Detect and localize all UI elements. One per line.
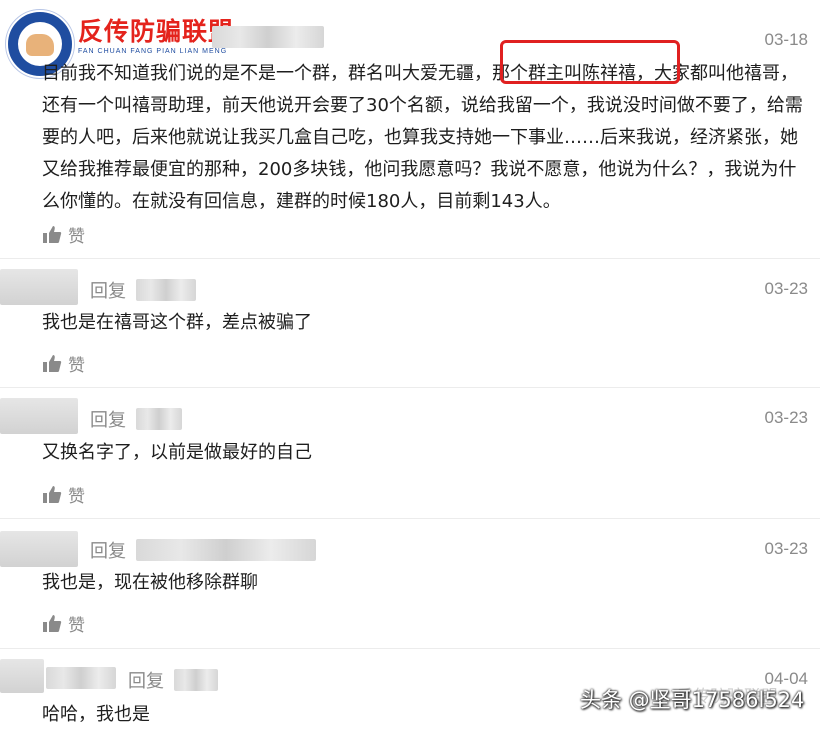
like-label: 赞	[68, 616, 85, 636]
blurred-username	[136, 408, 182, 430]
like-button[interactable]: 赞	[42, 482, 85, 507]
comment-1: 反传防骗联盟 FAN CHUAN FANG PIAN LIAN MENG 03-…	[0, 0, 820, 258]
brand-title: 反传防骗联盟 FAN CHUAN FANG PIAN LIAN MENG	[78, 12, 234, 55]
blurred-username	[46, 667, 116, 689]
like-label: 赞	[68, 227, 85, 247]
avatar	[0, 659, 44, 693]
reply-label[interactable]: 回复	[128, 667, 164, 693]
blurred-username	[136, 279, 196, 301]
comment-text: 又换名字了，以前是做最好的自己	[42, 442, 312, 463]
reply-label[interactable]: 回复	[90, 277, 126, 303]
reply-label[interactable]: 回复	[90, 406, 126, 432]
thumbs-up-icon	[43, 225, 62, 243]
comment-text: 我也是在禧哥这个群，差点被骗了	[42, 312, 312, 333]
comment-3: 回复 03-23 又换名字了，以前是做最好的自己 赞	[0, 388, 820, 518]
thumbs-up-icon	[43, 485, 62, 503]
comment-date: 03-23	[764, 279, 808, 298]
comment-text: 目前我不知道我们说的是不是一个群，群名叫大爱无疆，那个群主叫陈祥禧，大家都叫他禧…	[42, 63, 803, 212]
thumbs-up-icon	[43, 354, 62, 372]
highlight-box	[500, 40, 680, 84]
comment-2: 回复 03-23 我也是在禧哥这个群，差点被骗了 赞	[0, 259, 820, 387]
reply-row: 回复	[90, 406, 182, 432]
comment-text: 我也是，现在被他移除群聊	[42, 572, 258, 593]
brand-name-en: FAN CHUAN FANG PIAN LIAN MENG	[78, 48, 228, 55]
watermark: 头条 @坚哥17586l524	[580, 688, 805, 712]
reply-row: 回复	[90, 277, 196, 303]
brand-name-cn: 反传防骗联盟	[78, 17, 235, 46]
blurred-username	[136, 539, 316, 561]
blurred-username	[212, 26, 324, 48]
thumbs-up-icon	[43, 614, 62, 632]
like-button[interactable]: 赞	[42, 611, 85, 636]
hand-icon	[26, 34, 54, 56]
like-button[interactable]: 赞	[42, 222, 85, 247]
comment-4: 回复 03-23 我也是，现在被他移除群聊 赞	[0, 519, 820, 649]
like-label: 赞	[68, 356, 85, 376]
reply-row: 回复	[90, 537, 316, 563]
avatar	[0, 269, 78, 305]
reply-row: 回复	[128, 667, 218, 693]
reply-label[interactable]: 回复	[90, 537, 126, 563]
comment-date: 03-23	[764, 539, 808, 558]
blurred-username	[174, 669, 218, 691]
like-label: 赞	[68, 487, 85, 507]
comment-date: 03-23	[764, 408, 808, 427]
comment-date: 03-18	[764, 30, 808, 49]
avatar	[0, 398, 78, 434]
avatar	[0, 531, 78, 567]
like-button[interactable]: 赞	[42, 351, 85, 376]
